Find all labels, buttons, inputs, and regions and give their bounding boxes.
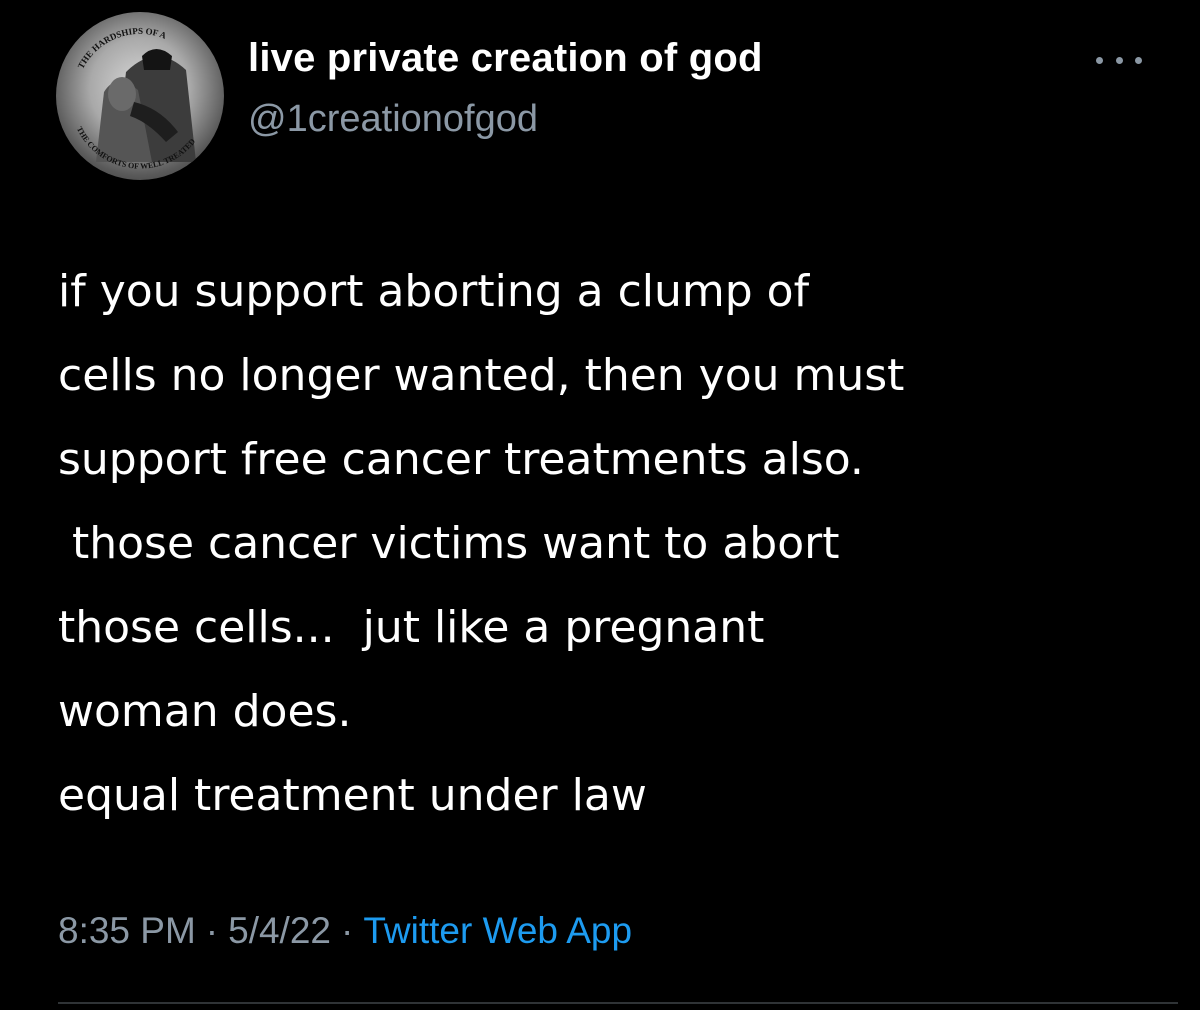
ellipsis-icon [1115,56,1123,64]
tweet-text: if you support aborting a clump of cells… [58,250,1168,838]
divider [58,1002,1178,1004]
user-handle[interactable]: @1creationofgod [248,98,538,141]
tweet-text-line: woman does. [58,686,352,737]
tweet-text-line: those cancer victims want to abort [58,518,840,569]
warrior-portrait-icon: THE HARDSHIPS OF A THE COMFORTS OF WELL … [75,26,197,171]
source-app-link[interactable]: Twitter Web App [363,910,632,951]
display-name[interactable]: live private creation of god [248,36,763,81]
tweet-metadata: 8:35 PM · 5/4/22 · Twitter Web App [58,910,632,952]
more-options-button[interactable] [1096,42,1142,78]
ellipsis-icon [1096,56,1103,64]
tweet-date[interactable]: 5/4/22 [228,910,331,951]
tweet-text-line: if you support aborting a clump of [58,266,810,317]
tweet-text-line: equal treatment under law [58,770,647,821]
tweet-text-line: support free cancer treatments also. [58,434,864,485]
tweet-text-line: cells no longer wanted, then you must [58,350,905,401]
separator-dot: · [341,910,354,951]
tweet-time[interactable]: 8:35 PM [58,910,196,951]
separator-dot: · [205,910,219,951]
tweet-detail: THE HARDSHIPS OF A THE COMFORTS OF WELL … [0,0,1200,1010]
tweet-text-line: those cells... jut like a pregnant [58,602,765,653]
ellipsis-icon [1135,56,1142,64]
avatar[interactable]: THE HARDSHIPS OF A THE COMFORTS OF WELL … [56,12,224,180]
